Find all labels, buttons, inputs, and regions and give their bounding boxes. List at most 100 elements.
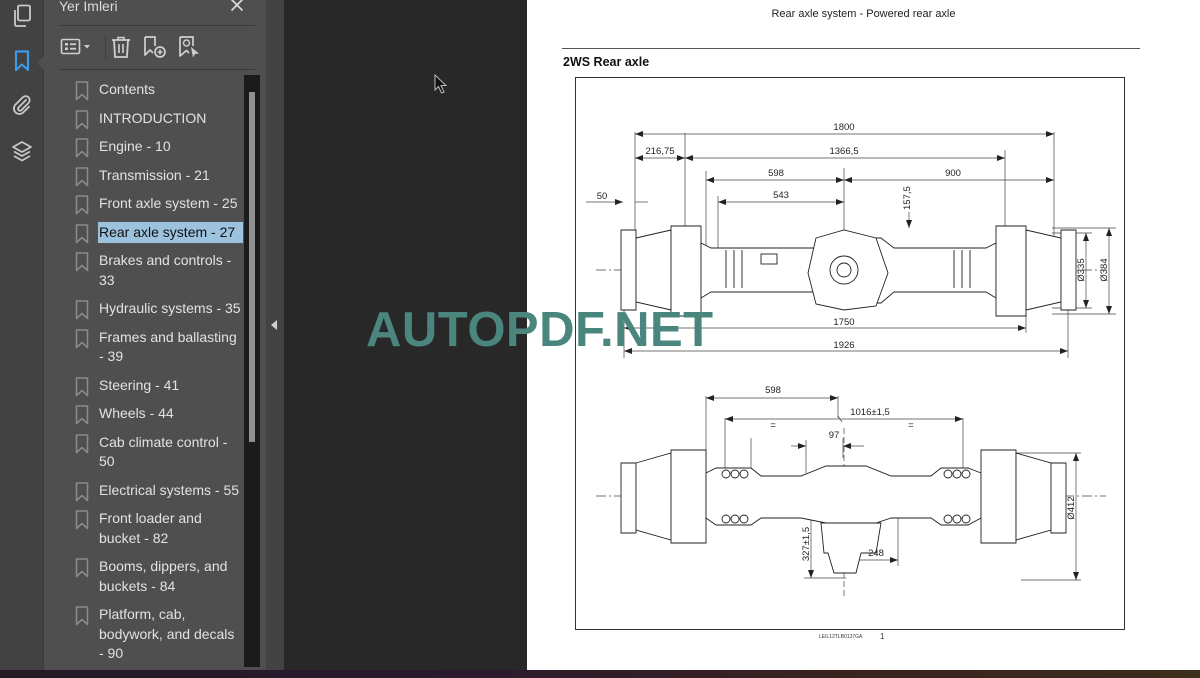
running-header: Rear axle system - Powered rear axle <box>771 8 956 20</box>
options-menu-button[interactable] <box>60 34 94 60</box>
bookmark-label: Wheels - 44 <box>99 405 174 421</box>
dim-label: 1366,5 <box>829 146 858 157</box>
watermark: AUTOPDF.NET <box>366 303 714 357</box>
dim-label: 1016±1,5 <box>850 407 890 418</box>
bookmark-icon <box>75 166 89 186</box>
bookmark-list: Contents INTRODUCTION Engine - 10 Transmiss… <box>59 76 244 670</box>
bookmark-item[interactable]: Platform, cab, bodywork, and decals - 90 <box>59 601 244 669</box>
dim-label: 1800 <box>833 122 854 133</box>
add-bookmark-button[interactable] <box>141 34 169 60</box>
figure-number: 1 <box>880 632 885 641</box>
bookmark-label: Platform, cab, bodywork, and decals - 90 <box>99 606 235 661</box>
dim-label: 543 <box>773 190 789 201</box>
trash-icon <box>112 36 130 58</box>
bookmark-label: Hydraulic systems - 35 <box>99 300 241 316</box>
bookmark-icon <box>75 328 89 348</box>
dim-label: 1750 <box>833 317 854 328</box>
scrollbar-thumb[interactable] <box>249 92 255 442</box>
dim-label: 248 <box>868 548 884 559</box>
bookmark-item[interactable]: Front loader and bucket - 82 <box>59 505 244 553</box>
section-title: 2WS Rear axle <box>563 55 650 69</box>
bookmark-label: Contents <box>99 81 156 97</box>
navigation-rail <box>0 0 44 670</box>
find-current-bookmark-button[interactable] <box>177 34 203 60</box>
bookmark-item[interactable]: Front axle system - 25 <box>59 190 244 219</box>
dim-label: 50 <box>597 191 608 202</box>
dim-label: = <box>770 420 776 431</box>
bookmark-item[interactable]: Booms, dippers, and buckets - 84 <box>59 553 244 601</box>
bookmark-item[interactable]: Rear axle system - 27 <box>59 219 244 248</box>
panel-title: Yer Imleri <box>59 0 118 14</box>
close-icon <box>230 0 244 12</box>
bookmark-icon <box>75 558 89 578</box>
toolbar-separator <box>105 35 106 59</box>
bookmark-icon <box>75 433 89 453</box>
dim-label: 157,5 <box>902 186 913 210</box>
bookmark-icon <box>75 195 89 215</box>
dim-label: 97 <box>829 430 840 441</box>
bookmark-label: Booms, dippers, and buckets - 84 <box>99 558 228 594</box>
bookmark-label: Front axle system - 25 <box>99 195 238 211</box>
dim-label: 598 <box>768 168 784 179</box>
bookmark-icon <box>75 405 89 425</box>
bookmark-item[interactable]: Hydraulic systems - 35 <box>59 295 244 324</box>
bookmark-icon <box>75 138 89 158</box>
taskbar-strip <box>0 670 1200 678</box>
bookmark-item[interactable]: Cab climate control - 50 <box>59 429 244 477</box>
bookmark-label: Transmission - 21 <box>99 166 210 183</box>
bookmark-item[interactable]: Transmission - 21 <box>59 162 244 191</box>
dim-label: 216,75 <box>645 146 674 157</box>
bookmarks-toolbar <box>59 32 259 62</box>
bookmark-icon <box>75 109 89 129</box>
header-rule <box>562 48 1140 49</box>
dim-label: 1926 <box>833 340 854 351</box>
active-tab-pointer <box>37 56 44 70</box>
bookmark-icon <box>75 300 89 320</box>
bookmark-item[interactable]: Wheels - 44 <box>59 400 244 429</box>
bookmarks-panel: Yer Imleri Contents INTRODUCTION Engine - … <box>44 0 266 670</box>
pdf-viewer-window: Yer Imleri Contents INTRODUCTION Engine - … <box>0 0 1200 678</box>
dim-label: 598 <box>765 385 781 396</box>
bookmark-label: Engine - 10 <box>99 138 171 154</box>
dim-label: 900 <box>945 168 961 179</box>
list-options-icon <box>60 38 90 55</box>
dim-label: 327±1,5 <box>801 527 812 561</box>
panel-divider <box>59 69 255 70</box>
bookmark-icon <box>75 606 89 626</box>
bookmark-icon <box>75 223 89 243</box>
dim-label: Ø384 <box>1099 258 1110 281</box>
bookmark-label: Cab climate control - 50 <box>99 433 228 470</box>
bookmark-icon <box>75 510 89 530</box>
bookmark-item[interactable]: INTRODUCTION <box>59 105 244 134</box>
bookmark-icon <box>75 376 89 396</box>
bookmark-icon <box>75 252 89 272</box>
bookmark-item[interactable]: Contents <box>59 76 244 105</box>
bookmark-label: Steering - 41 <box>99 376 180 393</box>
bookmark-item[interactable]: Electrical systems - 55 <box>59 477 244 506</box>
bookmark-label: Rear axle system - 27 <box>97 220 244 244</box>
bookmark-item[interactable]: Engine - 10 <box>59 133 244 162</box>
layers-icon[interactable] <box>9 139 35 165</box>
mouse-cursor-icon <box>434 73 448 99</box>
add-bookmark-icon <box>144 36 166 58</box>
pages-icon[interactable] <box>9 3 35 29</box>
bookmark-label: Frames and ballasting - 39 <box>99 328 237 365</box>
collapse-panel-arrow-icon[interactable] <box>271 320 277 330</box>
panel-divider <box>59 25 255 26</box>
bookmark-icon[interactable] <box>9 48 35 74</box>
panel-splitter[interactable] <box>266 0 284 670</box>
bookmark-label: Front loader and bucket - 82 <box>99 510 202 546</box>
dim-label: Ø335 <box>1076 258 1087 281</box>
delete-bookmark-button[interactable] <box>109 34 133 60</box>
bookmark-label: INTRODUCTION <box>99 109 207 126</box>
bookmark-search-icon <box>179 36 199 58</box>
dim-label: Ø412 <box>1066 496 1077 519</box>
close-panel-button[interactable] <box>230 0 246 16</box>
bookmark-label: Electrical systems - 55 <box>99 481 240 498</box>
dim-label: = <box>908 420 914 431</box>
bookmark-icon <box>75 81 89 101</box>
bookmark-item[interactable]: Brakes and controls - 33 <box>59 247 244 295</box>
bookmark-item[interactable]: Steering - 41 <box>59 372 244 401</box>
attachment-icon[interactable] <box>9 92 35 118</box>
bookmark-item[interactable]: Frames and ballasting - 39 <box>59 324 244 372</box>
